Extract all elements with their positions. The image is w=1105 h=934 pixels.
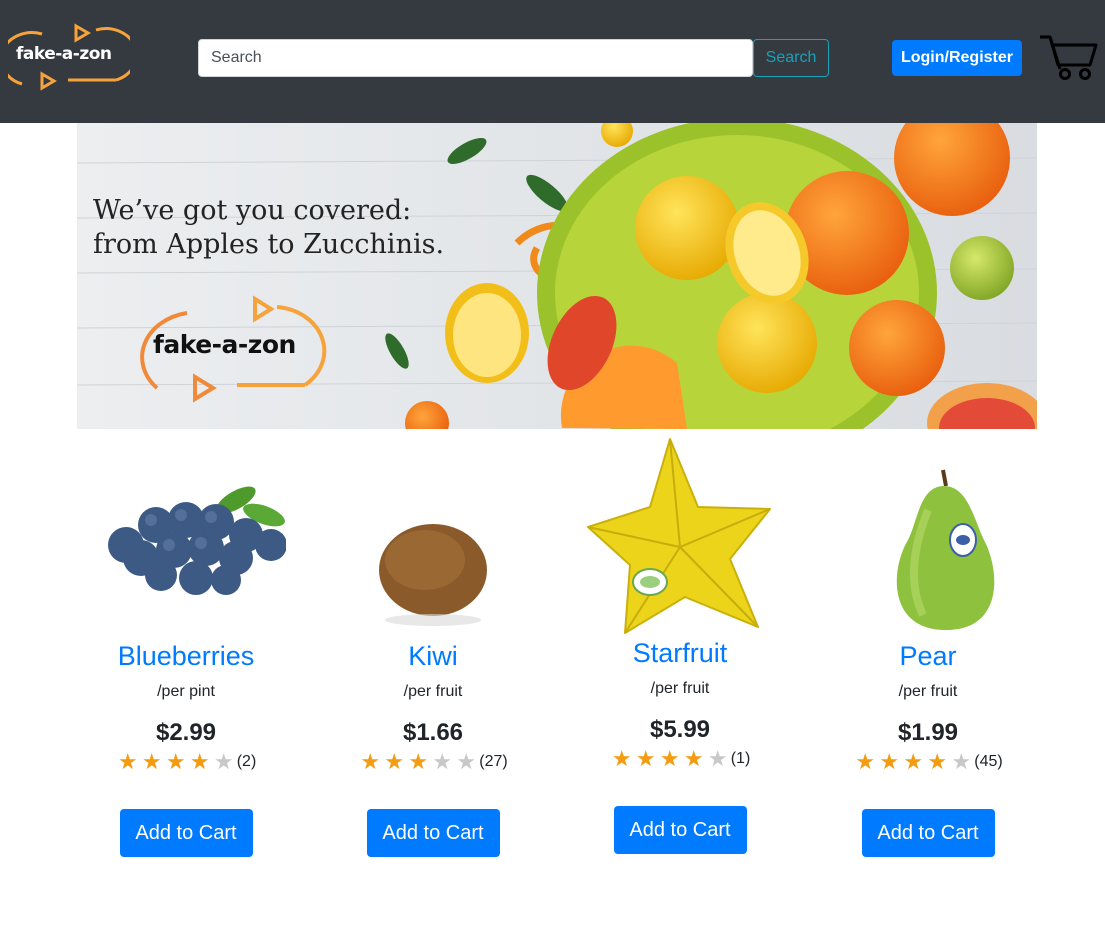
banner-logo-text: fake-a-zon [153, 330, 296, 359]
product-price: $1.66 [402, 719, 464, 746]
star-empty-icon: ★ [707, 746, 728, 771]
star-filled-icon: ★ [189, 749, 210, 774]
star-empty-icon: ★ [432, 749, 453, 774]
pear-image[interactable] [828, 440, 1028, 640]
product-price: $2.99 [155, 719, 217, 746]
add-to-cart-button[interactable]: Add to Cart [613, 806, 747, 854]
product-unit: /per fruit [403, 683, 463, 700]
star-rating: ★ ★ ★ ★ ★ (45) [813, 751, 1043, 773]
star-filled-icon: ★ [903, 749, 924, 774]
product-card-pear: Pear /per fruit $1.99 ★ ★ ★ ★ ★ (45) Add… [813, 440, 1043, 857]
star-filled-icon: ★ [683, 746, 704, 771]
star-rating: ★ ★ ★ ★ ★ (2) [71, 751, 301, 773]
product-price: $1.99 [897, 719, 959, 746]
star-filled-icon: ★ [659, 746, 680, 771]
add-to-cart-button[interactable]: Add to Cart [366, 809, 500, 857]
star-filled-icon: ★ [635, 746, 656, 771]
star-filled-icon: ★ [855, 749, 876, 774]
star-filled-icon: ★ [408, 749, 429, 774]
review-count: (27) [479, 753, 508, 770]
kiwi-image[interactable] [333, 440, 533, 640]
star-filled-icon: ★ [879, 749, 900, 774]
login-register-button[interactable]: Login/Register [892, 40, 1022, 76]
hero-banner: We’ve got you covered: from Apples to Zu… [77, 123, 1037, 429]
add-to-cart-button[interactable]: Add to Cart [861, 809, 995, 857]
product-name-link[interactable]: Blueberries [71, 640, 301, 672]
product-unit: /per fruit [650, 680, 710, 697]
add-to-cart-button[interactable]: Add to Cart [119, 809, 253, 857]
starfruit-image[interactable] [580, 437, 780, 637]
product-card-blueberries: Blueberries /per pint $2.99 ★ ★ ★ ★ ★ (2… [71, 440, 301, 857]
banner-headline-line1: We’ve got you covered: [93, 195, 412, 226]
star-rating: ★ ★ ★ ★ ★ (27) [318, 751, 548, 773]
product-card-starfruit: Starfruit /per fruit $5.99 ★ ★ ★ ★ ★ (1)… [565, 437, 795, 854]
banner-headline-line2: from Apples to Zucchinis. [93, 229, 445, 260]
product-name-link[interactable]: Kiwi [318, 640, 548, 672]
search-input[interactable] [198, 39, 753, 77]
navbar: fake-a-zon Search Login/Register [0, 0, 1105, 123]
star-filled-icon: ★ [141, 749, 162, 774]
star-rating: ★ ★ ★ ★ ★ (1) [565, 748, 795, 770]
star-filled-icon: ★ [611, 746, 632, 771]
star-filled-icon: ★ [927, 749, 948, 774]
star-empty-icon: ★ [456, 749, 477, 774]
product-unit: /per pint [157, 683, 215, 700]
search-button[interactable]: Search [753, 39, 829, 77]
product-name-link[interactable]: Pear [813, 640, 1043, 672]
product-price: $5.99 [649, 716, 711, 743]
star-empty-icon: ★ [951, 749, 972, 774]
blueberries-image[interactable] [86, 440, 286, 640]
star-filled-icon: ★ [165, 749, 186, 774]
star-empty-icon: ★ [213, 749, 234, 774]
product-card-kiwi: Kiwi /per fruit $1.66 ★ ★ ★ ★ ★ (27) Add… [318, 440, 548, 857]
review-count: (1) [730, 750, 751, 767]
brand-text: fake-a-zon [16, 44, 112, 64]
cart-icon[interactable] [1038, 33, 1098, 81]
brand-logo[interactable]: fake-a-zon [8, 22, 130, 92]
review-count: (45) [974, 753, 1003, 770]
star-filled-icon: ★ [117, 749, 138, 774]
star-filled-icon: ★ [384, 749, 405, 774]
product-name-link[interactable]: Starfruit [565, 637, 795, 669]
review-count: (2) [236, 753, 257, 770]
product-unit: /per fruit [898, 683, 958, 700]
star-filled-icon: ★ [360, 749, 381, 774]
